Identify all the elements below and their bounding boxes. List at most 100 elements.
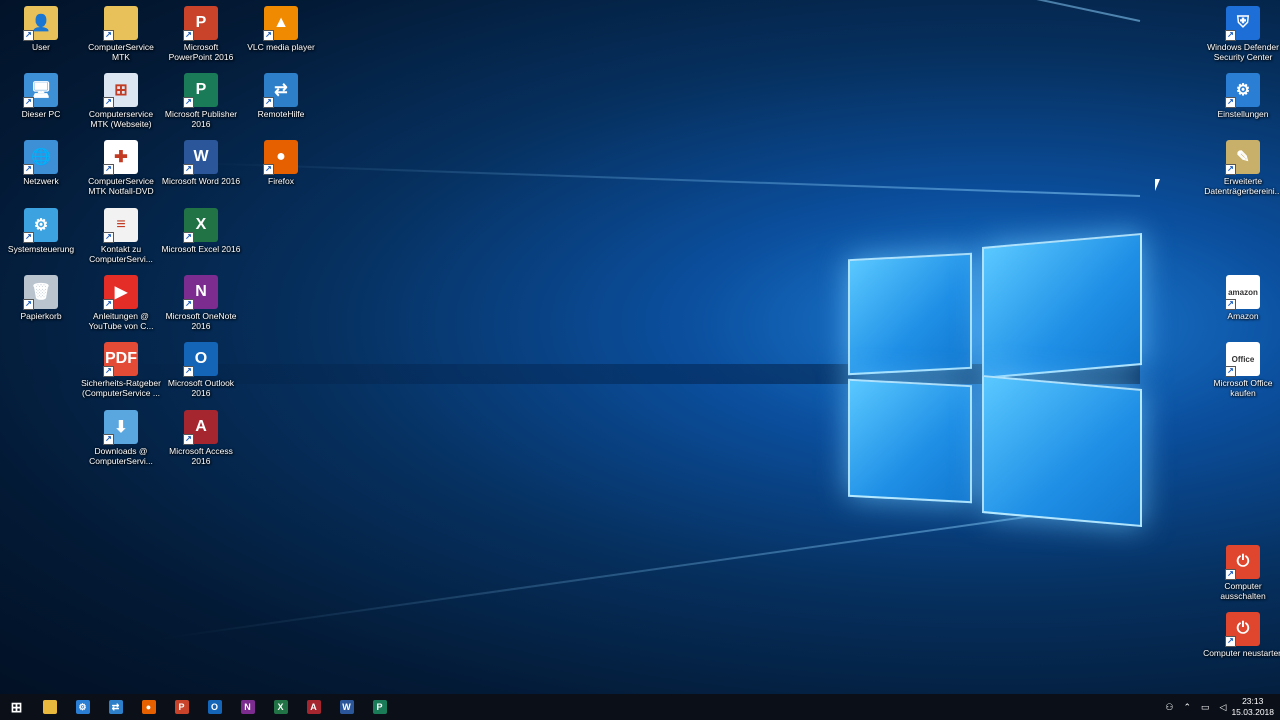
light-ray <box>200 162 1141 197</box>
taskbar-powerpoint[interactable]: P <box>165 694 198 720</box>
gear-icon: ⚙ <box>75 700 90 714</box>
desktop-icon-network-globe[interactable]: 🌐 ↗ Netzwerk <box>1 140 81 186</box>
shortcut-arrow-icon: ↗ <box>183 366 194 377</box>
clock-date: 15.03.2018 <box>1231 707 1274 717</box>
network-icon[interactable]: ▭ <box>1201 702 1210 713</box>
shortcut-arrow-icon: ↗ <box>23 30 34 41</box>
desktop-icon-powerpoint[interactable]: P ↗ Microsoft PowerPoint 2016 <box>161 6 241 62</box>
taskbar-excel[interactable]: X <box>264 694 297 720</box>
control-panel-icon: ⚙ ↗ <box>23 208 58 243</box>
shortcut-arrow-icon: ↗ <box>183 232 194 243</box>
shortcut-arrow-icon: ↗ <box>23 97 34 108</box>
volume-icon[interactable]: ◁ <box>1220 702 1227 713</box>
desktop-icon-label: Microsoft Access 2016 <box>169 446 233 466</box>
window-pane-bottom-right <box>982 375 1142 527</box>
taskbar-publisher[interactable]: P <box>363 694 396 720</box>
taskbar-settings[interactable]: ⚙ <box>66 694 99 720</box>
desktop-icon-remote-help[interactable]: ⇄ ↗ RemoteHilfe <box>241 73 321 119</box>
desktop-icon-label: Windows Defender Security Center <box>1207 42 1279 62</box>
taskbar-remote-help[interactable]: ⇄ <box>99 694 132 720</box>
office-icon: Office ↗ <box>1225 342 1260 377</box>
desktop-icon-label: Dieser PC <box>21 109 61 119</box>
desktop-icon-label: User <box>32 42 50 52</box>
recycle-bin-icon: 🗑 ↗ <box>23 275 58 310</box>
taskbar: ⊞ ⚙ ⇄ ● P O N X A W P ⚇ ⌃ ▭ ◁ 23:13 15.03.2018 <box>0 694 1280 720</box>
taskbar-onenote[interactable]: N <box>231 694 264 720</box>
desktop-icon-computer[interactable]: 🖥 ↗ Dieser PC <box>1 73 81 119</box>
shortcut-arrow-icon: ↗ <box>1225 636 1236 647</box>
shortcut-arrow-icon: ↗ <box>1225 97 1236 108</box>
desktop-icon-label: Computerservice MTK (Webseite) <box>88 109 154 129</box>
window-pane-top-right <box>982 233 1142 379</box>
window-pane-bottom-left <box>848 378 972 504</box>
desktop-icon-download[interactable]: ⬇ ↗ Downloads @ ComputerServi... <box>81 410 161 466</box>
desktop-icon-red-cross[interactable]: ✚ ↗ ComputerService MTK Notfall-DVD <box>81 140 161 196</box>
shortcut-arrow-icon: ↗ <box>183 30 194 41</box>
shortcut-arrow-icon: ↗ <box>1225 366 1236 377</box>
desktop-icon-gear[interactable]: ⚙ ↗ Einstellungen <box>1203 73 1280 119</box>
desktop-icon-firefox[interactable]: ● ↗ Firefox <box>241 140 321 186</box>
taskbar-pinned: ⊞ ⚙ ⇄ ● P O N X A W P <box>0 694 396 720</box>
word-icon: W ↗ <box>183 140 218 175</box>
taskbar-file-explorer[interactable] <box>33 694 66 720</box>
window-pane-top-left <box>848 252 972 376</box>
taskbar-outlook[interactable]: O <box>198 694 231 720</box>
desktop-icon-web-window[interactable]: ⊞ ↗ Computerservice MTK (Webseite) <box>81 73 161 129</box>
desktop-icon-word[interactable]: W ↗ Microsoft Word 2016 <box>161 140 241 186</box>
desktop-icon-shield[interactable]: ⛨ ↗ Windows Defender Security Center <box>1203 6 1280 62</box>
taskbar-access[interactable]: A <box>297 694 330 720</box>
download-icon: ⬇ ↗ <box>103 410 138 445</box>
desktop-icon-office[interactable]: Office ↗ Microsoft Office kaufen <box>1203 342 1280 398</box>
desktop-icon-label: Netzwerk <box>23 176 59 186</box>
disk-cleanup-icon: ✎ ↗ <box>1225 140 1260 175</box>
people-icon[interactable]: ⚇ <box>1165 702 1173 713</box>
desktop-icon-vlc-cone[interactable]: ▲ ↗ VLC media player <box>241 6 321 52</box>
desktop-icon-onenote[interactable]: N ↗ Microsoft OneNote 2016 <box>161 275 241 331</box>
taskbar-word[interactable]: W <box>330 694 363 720</box>
clock[interactable]: 23:13 15.03.2018 <box>1231 696 1274 718</box>
computer-icon: 🖥 ↗ <box>23 73 58 108</box>
shortcut-arrow-icon: ↗ <box>103 97 114 108</box>
desktop-icon-folder[interactable]: ↗ ComputerService MTK <box>81 6 161 62</box>
desktop-icon-publisher[interactable]: P ↗ Microsoft Publisher 2016 <box>161 73 241 129</box>
shortcut-arrow-icon: ↗ <box>1225 569 1236 580</box>
shortcut-arrow-icon: ↗ <box>103 366 114 377</box>
shortcut-arrow-icon: ↗ <box>23 164 34 175</box>
access-icon: A ↗ <box>183 410 218 445</box>
taskbar-firefox[interactable]: ● <box>132 694 165 720</box>
folder-icon <box>42 700 57 714</box>
desktop-icon-access[interactable]: A ↗ Microsoft Access 2016 <box>161 410 241 466</box>
desktop-icon-excel[interactable]: X ↗ Microsoft Excel 2016 <box>161 208 241 254</box>
publisher-icon: P <box>372 700 387 714</box>
shortcut-arrow-icon: ↗ <box>1225 164 1236 175</box>
desktop-icon-youtube[interactable]: ▶ ↗ Anleitungen @ YouTube von C... <box>81 275 161 331</box>
desktop-icon-label: Downloads @ ComputerServi... <box>89 446 153 466</box>
taskbar-start-button[interactable]: ⊞ <box>0 694 33 720</box>
desktop-icon-pdf-document[interactable]: PDF ↗ Sicherheits-Ratgeber (ComputerServic… <box>81 342 161 398</box>
chevron-up-icon[interactable]: ⌃ <box>1183 702 1191 713</box>
excel-icon: X ↗ <box>183 208 218 243</box>
desktop-icon-label: Erweiterte Datenträgerbereini... <box>1204 176 1280 196</box>
shortcut-arrow-icon: ↗ <box>183 164 194 175</box>
desktop-icon-user-folder[interactable]: 👤 ↗ User <box>1 6 81 52</box>
text-document-icon: ≡ ↗ <box>103 208 138 243</box>
desktop-icon-power-off[interactable]: ⏻ ↗ Computer ausschalten <box>1203 545 1280 601</box>
desktop-icon-label: Microsoft Office kaufen <box>1213 378 1273 398</box>
desktop-icon-label: Sicherheits-Ratgeber (ComputerService ..… <box>81 378 161 398</box>
desktop-icon-outlook[interactable]: O ↗ Microsoft Outlook 2016 <box>161 342 241 398</box>
desktop-icon-label: Computer ausschalten <box>1220 581 1266 601</box>
access-icon: A <box>306 700 321 714</box>
desktop-icon-restart[interactable]: ⏻ ↗ Computer neustarten <box>1203 612 1280 658</box>
shortcut-arrow-icon: ↗ <box>103 232 114 243</box>
word-icon: W <box>339 700 354 714</box>
desktop-icon-disk-cleanup[interactable]: ✎ ↗ Erweiterte Datenträgerbereini... <box>1203 140 1280 196</box>
desktop-icon-recycle-bin[interactable]: 🗑 ↗ Papierkorb <box>1 275 81 321</box>
desktop-icon-text-document[interactable]: ≡ ↗ Kontakt zu ComputerServi... <box>81 208 161 264</box>
shortcut-arrow-icon: ↗ <box>103 434 114 445</box>
desktop-icon-amazon[interactable]: amazon ↗ Amazon <box>1203 275 1280 321</box>
network-globe-icon: 🌐 ↗ <box>23 140 58 175</box>
shortcut-arrow-icon: ↗ <box>1225 299 1236 310</box>
powerpoint-icon: P ↗ <box>183 6 218 41</box>
desktop-icon-control-panel[interactable]: ⚙ ↗ Systemsteuerung <box>1 208 81 254</box>
pdf-document-icon: PDF ↗ <box>103 342 138 377</box>
